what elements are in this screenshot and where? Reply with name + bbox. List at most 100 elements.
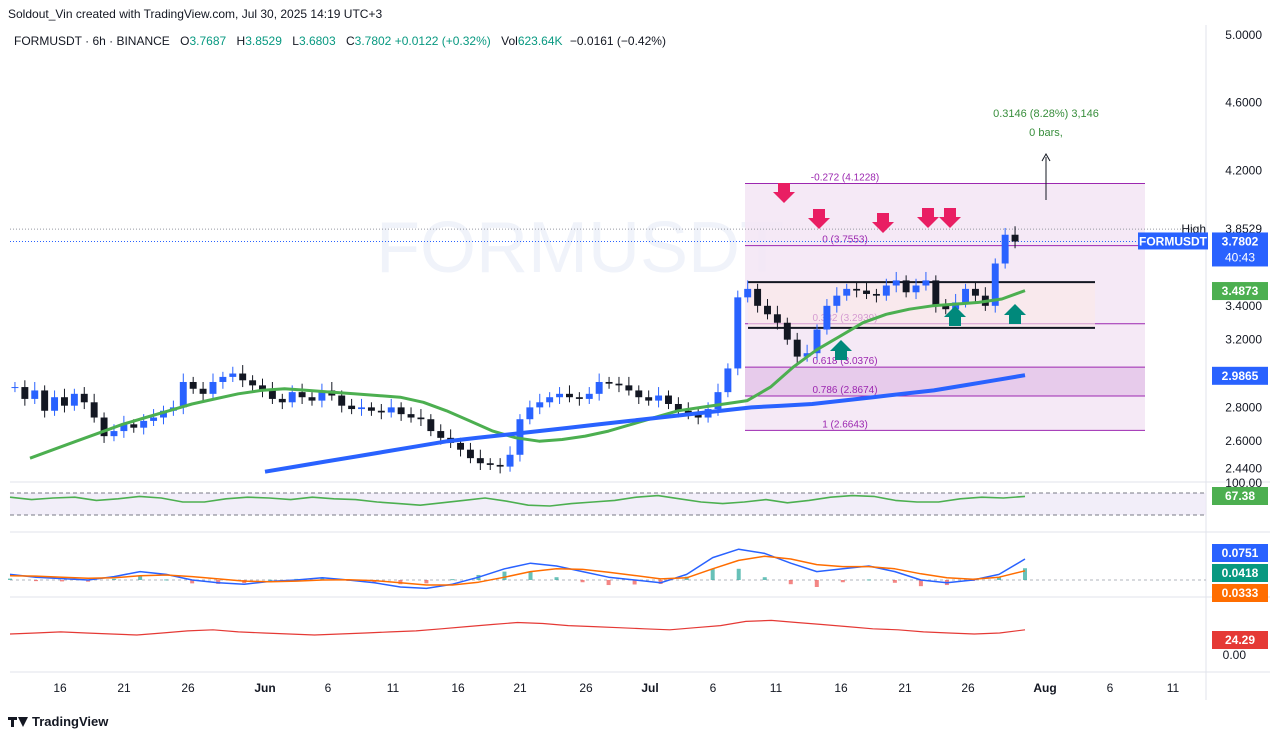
- fib-level-label: 0 (3.7553): [822, 235, 868, 246]
- macd-histogram-bar: [788, 580, 793, 585]
- candle-body: [645, 397, 653, 401]
- candle-body: [575, 397, 583, 399]
- candle-body: [605, 381, 613, 384]
- candle-body: [754, 288, 762, 306]
- macd-histogram-bar: [60, 580, 65, 582]
- candle-body: [278, 398, 286, 403]
- candle-body: [863, 290, 870, 294]
- time-axis-tick: Aug: [1033, 681, 1056, 695]
- candle-body: [853, 288, 861, 291]
- candle-body: [288, 392, 296, 403]
- candle-body: [912, 285, 920, 293]
- time-axis-tick: 6: [325, 681, 332, 695]
- candle-body: [932, 280, 940, 306]
- candle-body: [397, 407, 405, 415]
- macd-histogram-bar: [528, 571, 533, 580]
- candle-body: [625, 385, 633, 391]
- time-axis-tick: 21: [117, 681, 131, 695]
- candle-body: [655, 395, 663, 401]
- ma-fast-value: 3.4873: [1222, 284, 1259, 298]
- macd-histogram-bar: [762, 577, 767, 580]
- candle-body: [437, 431, 445, 438]
- candle-body: [407, 414, 415, 418]
- candle-body: [1011, 234, 1019, 242]
- candle-body: [179, 381, 187, 408]
- candle-body: [338, 395, 346, 406]
- macd-histogram-bar: [892, 580, 897, 583]
- fibonacci-golden-zone: [745, 367, 1145, 396]
- candle-body: [417, 417, 425, 420]
- price-axis-tick: 3.4000: [1225, 299, 1262, 313]
- candle-body: [744, 288, 752, 298]
- time-axis-tick: 6: [710, 681, 717, 695]
- price-axis-tick: 5.0000: [1225, 28, 1262, 42]
- range-zone: [748, 282, 1095, 328]
- ma-slow-value: 2.9865: [1222, 369, 1259, 383]
- candle-body: [773, 314, 781, 323]
- price-axis-tick: 2.4400: [1225, 461, 1262, 475]
- candle-body: [130, 424, 138, 428]
- candle-body: [665, 395, 672, 404]
- candle-body: [585, 393, 593, 399]
- candle-body: [427, 419, 435, 432]
- candle-body: [734, 297, 742, 369]
- time-axis-tick: Jun: [254, 681, 275, 695]
- candle-body: [496, 464, 504, 467]
- tradingview-logo-icon: [8, 716, 28, 728]
- price-axis-tick: 4.2000: [1225, 163, 1262, 177]
- price-axis-tick: 2.8000: [1225, 400, 1262, 414]
- time-axis-tick: 26: [579, 681, 593, 695]
- candle-body: [60, 397, 68, 406]
- rsi-value: 67.38: [1225, 489, 1255, 503]
- candle-body: [536, 402, 544, 408]
- macd-value: 0.0751: [1222, 546, 1259, 560]
- candle-body: [377, 410, 385, 413]
- candle-body: [31, 390, 39, 399]
- macd-histogram-bar: [918, 580, 923, 587]
- candle-body: [971, 288, 979, 296]
- candle-body: [229, 373, 237, 377]
- price-chart[interactable]: FORMUSDT-0.272 (4.1228)0 (3.7553)0.382 (…: [0, 0, 1280, 740]
- macd-histogram-bar: [424, 580, 429, 584]
- candle-body: [843, 288, 851, 296]
- candle-body: [80, 393, 88, 403]
- candle-body: [199, 388, 207, 394]
- macd-histogram-bar: [1023, 568, 1027, 580]
- time-axis-tick: 16: [53, 681, 67, 695]
- last-price-value: 3.7802: [1222, 234, 1259, 248]
- macd-histogram-bar: [554, 577, 559, 580]
- candle-body: [902, 280, 910, 293]
- candle-body: [506, 454, 514, 467]
- time-axis-tick: 16: [834, 681, 848, 695]
- tradingview-footer: TradingView: [8, 714, 108, 729]
- time-axis-tick: 16: [451, 681, 465, 695]
- candle-body: [922, 280, 930, 286]
- candle-body: [90, 402, 98, 418]
- macd-histogram-bar: [268, 579, 273, 581]
- candle-body: [962, 288, 970, 303]
- candle-body: [387, 407, 395, 413]
- candle-body: [249, 380, 257, 386]
- candle-body: [367, 407, 375, 411]
- candle-body: [348, 405, 356, 410]
- candle-body: [457, 442, 465, 450]
- candle-body: [882, 285, 890, 296]
- time-axis-tick: 11: [770, 681, 783, 695]
- price-axis-tick: 3.2000: [1225, 333, 1262, 347]
- candle-body: [833, 295, 841, 306]
- candle-body: [110, 431, 118, 437]
- candle-body: [526, 407, 534, 420]
- macd-histogram-bar: [502, 571, 507, 580]
- adx-line: [9, 619, 1026, 636]
- macd-hist-value: 0.0418: [1222, 566, 1259, 580]
- measure-label: 0.3146 (8.28%) 3,146: [993, 108, 1099, 120]
- candle-body: [546, 397, 554, 403]
- candle-body: [189, 381, 197, 389]
- footer-brand: TradingView: [32, 714, 109, 729]
- macd-histogram-bar: [112, 578, 117, 580]
- bar-countdown: 40:43: [1225, 250, 1255, 264]
- candle-body: [11, 387, 19, 389]
- candle-body: [793, 339, 801, 357]
- fib-level-label: -0.272 (4.1228): [811, 172, 879, 183]
- macd-histogram-bar: [450, 579, 455, 581]
